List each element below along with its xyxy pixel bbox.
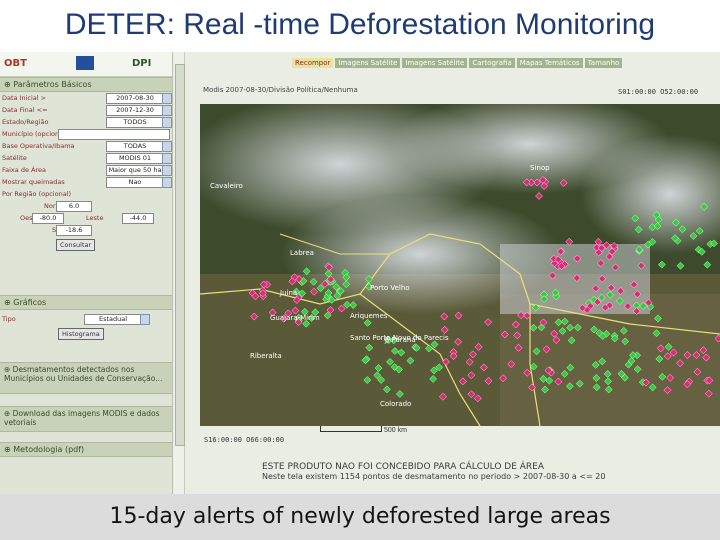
norte-input[interactable]: 6.0 <box>56 201 92 212</box>
sul-input[interactable]: -18.6 <box>56 225 92 236</box>
coord-top-right: S01:00:00 O52:00:00 <box>618 88 699 96</box>
section-graficos-header[interactable]: ⊕ Gráficos <box>0 295 172 310</box>
sul-row: Sul-18.6 <box>0 225 172 236</box>
disclaimer: ESTE PRODUTO NAO FOI CONCEBIDO PARA CÁLC… <box>262 462 605 481</box>
scrollbar-thumb[interactable] <box>175 64 185 446</box>
caption-band: 15-day alerts of newly deforested large … <box>0 494 720 540</box>
deter-web-app: OBT DPI ⊕ Parâmetros Básicos Data Inicia… <box>0 52 720 494</box>
tab-mapas-tematicos[interactable]: Mapas Temáticos <box>516 58 583 68</box>
disclaimer-line2: Neste tela existem 1154 pontos de desmat… <box>262 472 606 481</box>
section-params-header[interactable]: ⊕ Parâmetros Básicos <box>0 77 172 92</box>
param-value[interactable]: TODOS <box>106 117 172 128</box>
map-place-label: Colorado <box>380 400 412 408</box>
logo-bar: OBT DPI <box>0 52 172 77</box>
slide-subtitle: 15-day alerts of newly deforested large … <box>109 504 611 529</box>
param-label: Data Inicial > <box>2 94 47 102</box>
section-metodologia-header[interactable]: ⊕ Metodologia (pdf) <box>0 442 172 457</box>
satellite-map[interactable]: Cavaleiro Labrea Porto Velho Ariquemes Guaja… <box>200 104 720 426</box>
consultar-button[interactable]: Consultar <box>56 239 96 251</box>
params-form: Data Inicial > 2007-08-30 Data Final <= 200… <box>0 93 172 188</box>
tipo-row: Tipo Estadual <box>0 314 172 325</box>
param-row: Faixa de Área Maior que 50 ha <box>0 165 172 176</box>
scale-label: 500 km <box>383 427 407 434</box>
map-place-label: Ariquemes <box>350 312 388 320</box>
map-place-label: Guajara-Mirim <box>270 314 320 322</box>
map-place-label: Porto Velho <box>370 284 410 292</box>
tab-imagens-satelite-2[interactable]: Imagens Satélite <box>402 58 468 68</box>
param-value[interactable]: TODAS <box>106 141 172 152</box>
left-panel-scrollbar[interactable] <box>174 52 185 494</box>
map-place-label: Santo Porto Novo do Parecis <box>350 334 449 342</box>
param-row: Mostrar queimadas Nao <box>0 177 172 188</box>
norte-row: Norte 6.0 <box>0 201 172 212</box>
disclaimer-line1: ESTE PRODUTO NAO FOI CONCEBIDO PARA CÁLC… <box>262 462 545 472</box>
leste-input[interactable]: -44.0 <box>122 213 154 224</box>
param-label: Estado/Região <box>2 118 49 126</box>
oeste-input[interactable]: -80.0 <box>32 213 64 224</box>
map-place-label: Juina <box>280 289 298 297</box>
param-label: Satélite <box>2 154 27 162</box>
histograma-button[interactable]: Histograma <box>58 328 104 340</box>
map-svg <box>200 104 720 426</box>
tab-cartografia[interactable]: Cartografia <box>469 58 515 68</box>
oeste-leste-row: Oeste -80.0 Leste -44.0 <box>0 213 172 224</box>
obt-logo: OBT <box>4 58 27 69</box>
tab-tamanho[interactable]: Tamanho <box>584 58 623 68</box>
param-row: Estado/Região TODOS <box>0 117 172 128</box>
map-place-label: Cavaleiro <box>210 182 243 190</box>
map-place-label: Labrea <box>290 249 314 257</box>
param-value[interactable]: 2007-08-30 <box>106 93 172 104</box>
map-caption: Modis 2007-08-30/Divisão Política/Nenhum… <box>203 86 358 94</box>
param-label: Base Operativa/Ibama <box>2 142 75 150</box>
param-value[interactable]: MODIS 01 <box>106 153 172 164</box>
tab-imagens-satelite-1[interactable]: Imagens Satélite <box>335 58 401 68</box>
slide-title: DETER: Real -time Deforestation Monitori… <box>64 8 656 41</box>
param-row: Data Final <= 2007-12-30 <box>0 105 172 116</box>
section-desmatamentos-header[interactable]: ⊕ Desmatamentos detectados nos Município… <box>0 362 172 394</box>
map-place-label: Riberalta <box>250 352 282 360</box>
param-value[interactable]: Maior que 50 ha <box>106 165 172 176</box>
param-label: Faixa de Área <box>2 166 46 174</box>
region-label-row: Por Região (opcional) <box>2 190 72 198</box>
tab-recompor[interactable]: Recompor <box>292 58 334 68</box>
param-label: Mostrar queimadas <box>2 178 65 186</box>
coord-bottom-left: S16:00:00 O66:00:00 <box>204 436 285 444</box>
dpi-logo: DPI <box>132 58 152 69</box>
inpe-flag-icon <box>76 56 94 70</box>
param-row: Município (opcional) <box>0 129 172 140</box>
param-value[interactable] <box>58 129 170 140</box>
param-label: Data Final <= <box>2 106 48 114</box>
top-tab-bar: Recompor Imagens Satélite Imagens Satéli… <box>292 58 623 68</box>
param-value[interactable]: Nao <box>106 177 172 188</box>
left-panel: OBT DPI ⊕ Parâmetros Básicos Data Inicia… <box>0 52 173 494</box>
scale-bar: 500 km <box>320 426 407 434</box>
section-download-header[interactable]: ⊕ Download das imagens MODIS e dados vet… <box>0 406 172 432</box>
param-row: Base Operativa/Ibama TODAS <box>0 141 172 152</box>
param-value[interactable]: 2007-12-30 <box>106 105 172 116</box>
param-row: Data Inicial > 2007-08-30 <box>0 93 172 104</box>
param-row: Satélite MODIS 01 <box>0 153 172 164</box>
map-place-label: Sinop <box>530 164 550 172</box>
tipo-select[interactable]: Estadual <box>84 314 150 325</box>
